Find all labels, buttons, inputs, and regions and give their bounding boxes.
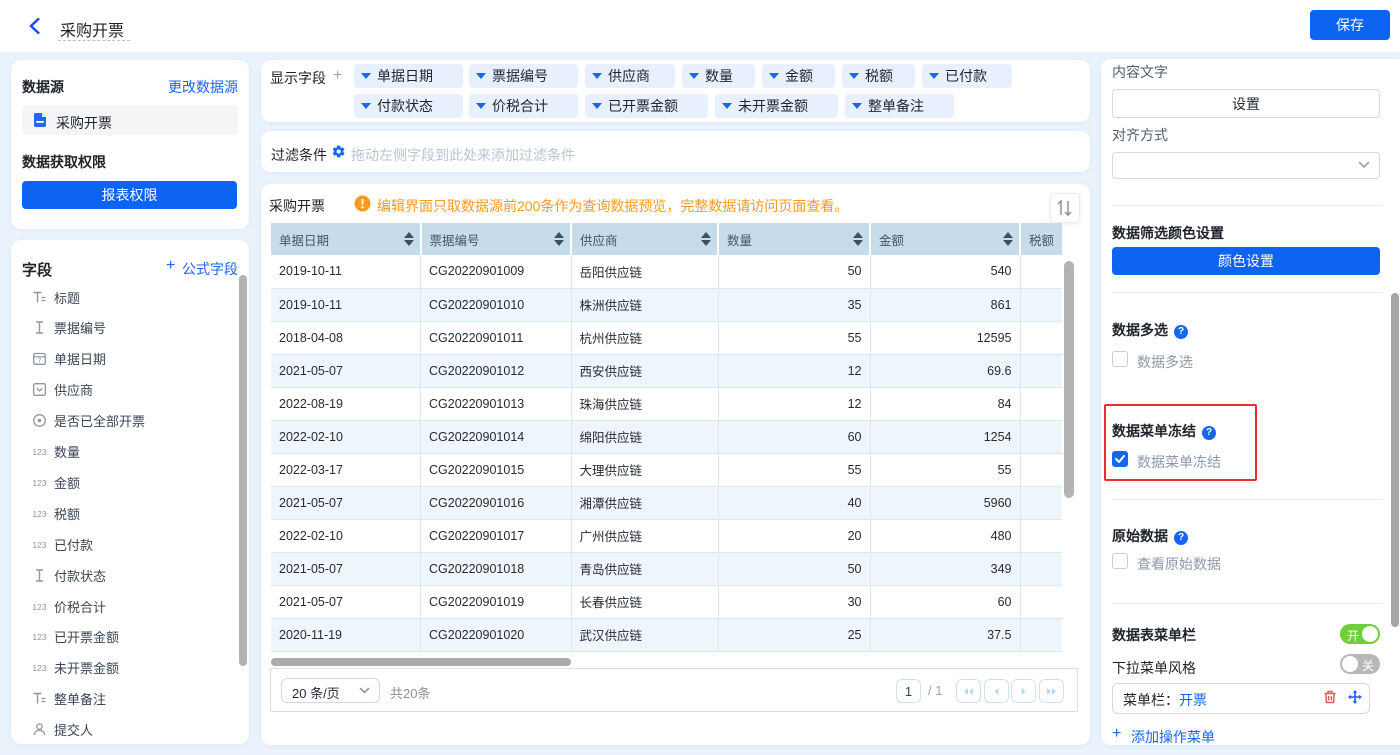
svg-text:123: 123: [32, 447, 46, 457]
svg-text:123: 123: [32, 478, 46, 488]
svg-text:7: 7: [38, 358, 42, 365]
svg-text:123: 123: [32, 632, 46, 642]
svg-text:123: 123: [32, 509, 46, 519]
svg-text:123: 123: [32, 602, 46, 612]
svg-text:123: 123: [32, 540, 46, 550]
svg-text:123: 123: [32, 663, 46, 673]
